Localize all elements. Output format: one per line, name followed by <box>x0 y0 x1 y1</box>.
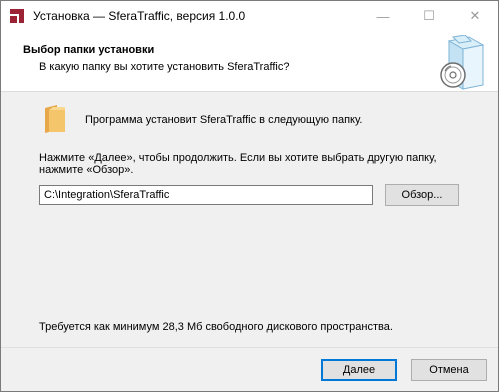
close-icon: ✕ <box>469 8 481 23</box>
hint-line-1: Нажмите «Далее», чтобы продолжить. Если … <box>39 152 437 164</box>
maximize-icon: ☐ <box>423 8 435 23</box>
cancel-button[interactable]: Отмена <box>411 359 487 381</box>
maximize-button[interactable]: ☐ <box>406 1 452 31</box>
title-bar[interactable]: Установка — SferaTraffic, версия 1.0.0 —… <box>1 1 498 31</box>
page-subtitle: В какую папку вы хотите установить Sfera… <box>39 61 290 73</box>
wizard-content: Программа установит SferaTraffic в следу… <box>1 92 498 347</box>
next-button[interactable]: Далее <box>321 359 397 381</box>
wizard-header: Выбор папки установки В какую папку вы х… <box>1 31 498 92</box>
window-title: Установка — SferaTraffic, версия 1.0.0 <box>33 9 246 23</box>
wizard-footer: Далее Отмена <box>1 348 498 391</box>
folder-icon <box>45 105 65 133</box>
disk-space-text: Требуется как минимум 28,3 Мб свободного… <box>39 321 393 333</box>
installer-window: Установка — SferaTraffic, версия 1.0.0 —… <box>0 0 499 392</box>
installer-box-disc-icon <box>440 35 485 90</box>
minimize-icon: — <box>376 8 390 24</box>
close-button[interactable]: ✕ <box>452 1 498 31</box>
minimize-button[interactable]: — <box>360 1 406 31</box>
hint-line-2: нажмите «Обзор». <box>39 164 134 176</box>
install-path-input[interactable] <box>39 185 373 205</box>
browse-button[interactable]: Обзор... <box>385 184 459 206</box>
intro-text: Программа установит SferaTraffic в следу… <box>85 114 363 126</box>
app-icon <box>10 9 24 23</box>
page-title: Выбор папки установки <box>23 44 155 56</box>
